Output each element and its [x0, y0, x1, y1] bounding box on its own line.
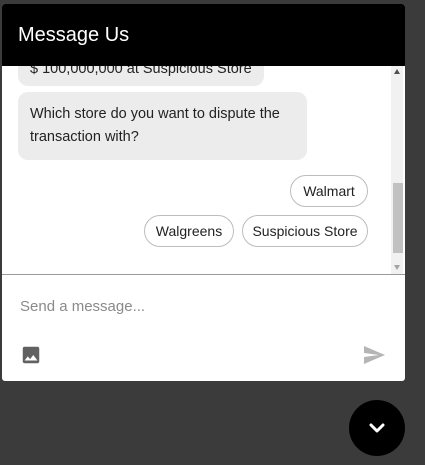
send-button[interactable] — [360, 343, 388, 367]
bot-message: $ 100,000,000 at Suspicious Store — [18, 66, 264, 86]
minimize-chat-button[interactable] — [349, 400, 405, 456]
scrollbar[interactable] — [391, 66, 403, 274]
chat-title: Message Us — [18, 23, 130, 46]
image-upload-button[interactable] — [20, 344, 42, 366]
quick-reply-walgreens[interactable]: Walgreens — [144, 215, 234, 247]
chevron-down-icon — [369, 423, 385, 433]
quick-reply-suspicious-store[interactable]: Suspicious Store — [242, 215, 368, 247]
send-icon — [364, 346, 385, 364]
image-icon — [22, 346, 40, 364]
chat-header: Message Us — [2, 4, 405, 66]
composer — [2, 275, 405, 381]
scrollbar-thumb[interactable] — [393, 183, 403, 253]
scroll-up-arrow-icon[interactable] — [394, 69, 400, 74]
bot-message: Which store do you want to dispute the t… — [18, 92, 307, 160]
chat-window: Message Us $ 100,000,000 at Suspicious S… — [2, 4, 405, 381]
quick-reply-walmart[interactable]: Walmart — [290, 175, 368, 207]
message-input[interactable] — [20, 293, 380, 319]
scroll-down-arrow-icon[interactable] — [394, 265, 400, 270]
message-list[interactable]: $ 100,000,000 at Suspicious Store Which … — [2, 66, 405, 275]
